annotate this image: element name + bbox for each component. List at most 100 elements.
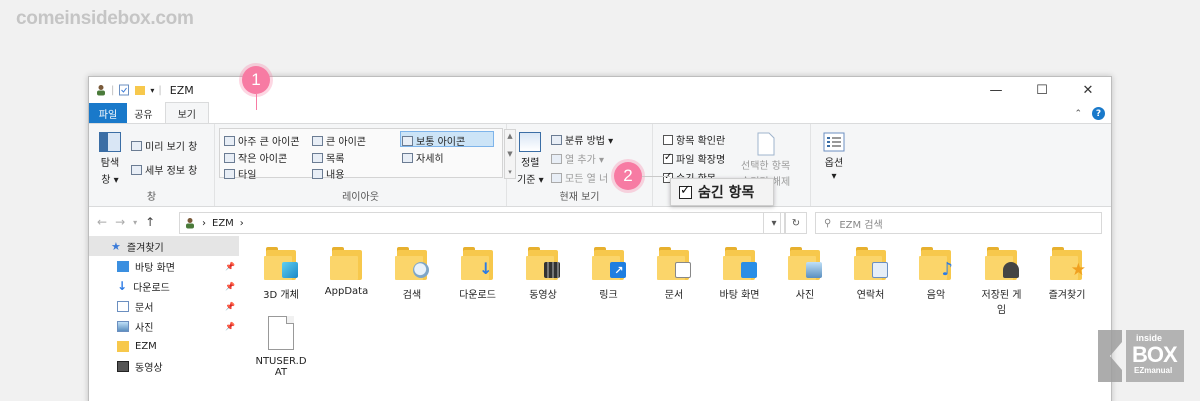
file-name: 사진 <box>795 290 815 301</box>
window-controls: — ☐ ✕ <box>973 77 1111 103</box>
properties-icon[interactable] <box>118 84 130 96</box>
nav-downloads[interactable]: ↓ 다운로드 📌 <box>89 276 239 296</box>
details-pane-icon <box>131 164 142 175</box>
group-label-layout: 레이아웃 <box>342 192 379 203</box>
file-name: 바탕 화면 <box>719 290 760 301</box>
extensions-toggle[interactable]: 파일 확장명 <box>663 151 725 166</box>
desktop-icon <box>117 260 129 272</box>
nav-documents[interactable]: 문서 📌 <box>89 296 239 316</box>
address-bar[interactable]: › EZM › <box>179 212 781 234</box>
details-pane-button[interactable]: 세부 정보 창 <box>131 162 197 177</box>
videos-icon <box>117 360 129 372</box>
back-icon[interactable]: ← <box>97 215 107 229</box>
new-folder-icon[interactable] <box>134 84 146 96</box>
ribbon-tabs: 파일 홈 공유 보기 ⌃ ? <box>89 102 1111 123</box>
help-icon[interactable]: ? <box>1092 107 1105 120</box>
file-item[interactable]: ↗ 링크 <box>577 246 641 301</box>
tab-share[interactable]: 공유 <box>122 103 164 123</box>
ribbon-collapse-icon[interactable]: ⌃ <box>1074 109 1082 119</box>
tab-view[interactable]: 보기 <box>164 102 210 123</box>
layout-extra-large-icons[interactable]: 아주 큰 아이콘 <box>224 133 300 148</box>
refresh-icon[interactable]: ↻ <box>785 212 807 234</box>
search-box[interactable]: ⚲ EZM 검색 <box>815 212 1102 234</box>
folder-icon <box>853 246 888 280</box>
group-options: 옵션 ▾ <box>811 124 863 206</box>
file-name: 문서 <box>664 290 684 301</box>
pin-icon[interactable]: 📌 <box>225 262 235 271</box>
folder-icon <box>788 246 822 280</box>
recent-dropdown-icon[interactable]: ▾ <box>133 218 137 227</box>
file-item[interactable]: 바탕 화면 <box>708 246 772 301</box>
size-columns-icon <box>551 172 562 183</box>
layout-small-icons[interactable]: 작은 아이콘 <box>224 150 287 165</box>
group-label-panes: 창 <box>146 192 157 203</box>
ribbon-view: 탐색 창 ▾ 미리 보기 창 세부 정보 창 창 아주 큰 아이콘 큰 아이콘 … <box>89 123 1111 207</box>
file-item[interactable]: 3D 개체 <box>249 246 313 301</box>
file-document-icon <box>268 316 294 350</box>
address-dropdown-icon[interactable]: ▾ <box>763 212 785 234</box>
watermark-site: comeinsidebox.com <box>16 8 194 29</box>
list-icon <box>312 152 323 163</box>
extensions-checkbox[interactable] <box>663 152 673 164</box>
add-columns-button[interactable]: 열 추가 ▾ <box>551 151 604 166</box>
minimize-button[interactable]: — <box>973 77 1019 103</box>
item-checkbox-toggle[interactable]: 항목 확인란 <box>663 132 725 147</box>
close-button[interactable]: ✕ <box>1065 77 1111 103</box>
file-name: 연락처 <box>856 290 885 301</box>
pin-icon[interactable]: 📌 <box>225 322 235 331</box>
file-item[interactable]: 저장된 게임 <box>970 246 1034 316</box>
sort-by-button[interactable]: 정렬 기준 ▾ <box>517 132 544 186</box>
file-item[interactable]: ♪ 음악 <box>904 246 968 301</box>
layout-content[interactable]: 내용 <box>312 166 344 181</box>
file-item[interactable]: 사진 <box>773 246 837 301</box>
group-by-button[interactable]: 분류 방법 ▾ <box>551 132 613 147</box>
file-name: 검색 <box>402 290 422 301</box>
extra-large-icons-icon <box>224 135 235 146</box>
file-item[interactable]: ↓ 다운로드 <box>446 246 510 301</box>
sort-icon <box>519 132 542 152</box>
file-item[interactable]: 연락처 <box>839 246 903 301</box>
file-item[interactable]: AppData <box>315 246 379 297</box>
documents-icon <box>117 300 129 312</box>
forward-icon[interactable]: → <box>115 215 125 229</box>
layout-details[interactable]: 자세히 <box>402 150 444 165</box>
tab-file[interactable]: 파일 <box>89 103 127 123</box>
pin-icon[interactable]: 📌 <box>225 282 235 291</box>
folder-icon <box>984 246 1019 280</box>
breadcrumb-separator-icon[interactable]: › <box>240 218 244 229</box>
nav-desktop[interactable]: 바탕 화면 📌 <box>89 256 239 276</box>
window-title: EZM <box>169 83 194 97</box>
options-button[interactable]: 옵션 ▾ <box>823 132 845 182</box>
maximize-button[interactable]: ☐ <box>1019 77 1065 103</box>
medium-icons-icon <box>402 135 413 146</box>
item-checkbox-box[interactable] <box>663 134 673 145</box>
layout-medium-icons[interactable]: 보통 아이콘 <box>402 133 465 148</box>
file-item[interactable]: 동영상 <box>511 246 575 301</box>
address-row: ← → ▾ ↑ › EZM › ▾ ↻ ⚲ EZM 검색 <box>89 208 1111 236</box>
qa-dropdown-icon[interactable]: ▾ <box>150 86 154 95</box>
file-item[interactable]: NTUSER.D AT <box>249 316 313 378</box>
pin-icon[interactable]: 📌 <box>225 302 235 311</box>
nav-videos[interactable]: 동영상 <box>89 356 239 376</box>
details-icon <box>402 152 413 163</box>
layout-tiles[interactable]: 타일 <box>224 166 256 181</box>
nav-pictures[interactable]: 사진 📌 <box>89 316 239 336</box>
file-item[interactable]: 검색 <box>380 246 444 301</box>
star-icon: ★ <box>111 239 121 253</box>
layout-large-icons[interactable]: 큰 아이콘 <box>312 133 366 148</box>
size-columns-button[interactable]: 모든 열 너 <box>551 170 608 185</box>
breadcrumb-separator-icon[interactable]: › <box>202 218 206 229</box>
file-name-line2: AT <box>274 367 288 378</box>
file-name: AppData <box>324 286 369 297</box>
file-item[interactable]: ★ 즐겨찾기 <box>1035 246 1099 301</box>
preview-pane-button[interactable]: 미리 보기 창 <box>131 138 197 153</box>
breadcrumb-ezm[interactable]: EZM <box>212 218 234 229</box>
content-icon <box>312 168 323 179</box>
up-icon[interactable]: ↑ <box>145 215 155 229</box>
layout-list[interactable]: 목록 <box>312 150 344 165</box>
nav-ezm[interactable]: EZM <box>89 336 239 356</box>
nav-pane-button[interactable]: 탐색 창 ▾ <box>99 132 121 186</box>
small-icons-icon <box>224 152 235 163</box>
file-item[interactable]: 문서 <box>642 246 706 301</box>
nav-quick-access[interactable]: ★ 즐겨찾기 <box>89 236 239 256</box>
